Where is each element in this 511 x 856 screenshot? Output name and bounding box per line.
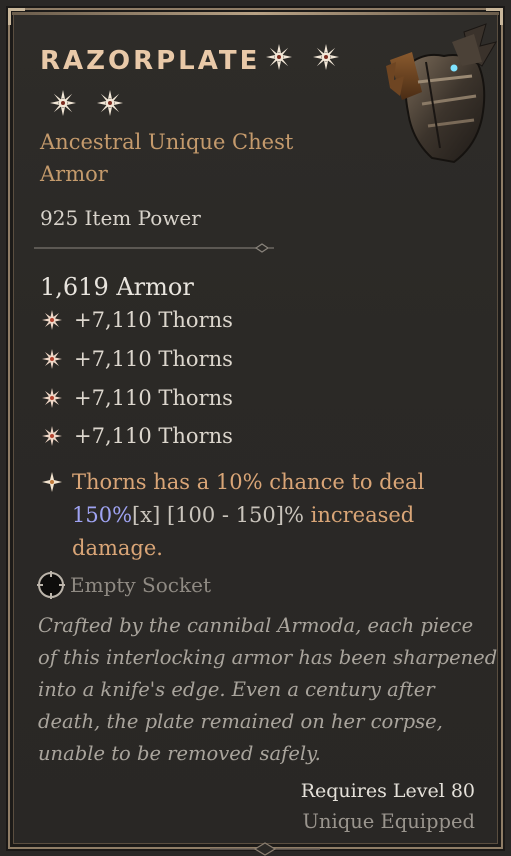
thorns-star-icon bbox=[42, 426, 62, 446]
level-requirement: Requires Level 80 bbox=[300, 780, 475, 802]
bottom-ornament bbox=[210, 842, 320, 856]
socket-label: Empty Socket bbox=[70, 573, 211, 597]
affix-text: +7,110 Thorns bbox=[74, 347, 233, 371]
rarity-star-icon bbox=[97, 90, 124, 116]
armor-stat: 1,619 Armor bbox=[40, 273, 194, 301]
item-type-line-1: Ancestral Unique Chest bbox=[40, 130, 294, 154]
affix-row: +7,110 Thorns bbox=[40, 302, 233, 338]
thorns-star-icon bbox=[42, 349, 62, 369]
corner-ornament bbox=[8, 8, 25, 25]
section-divider bbox=[34, 243, 274, 253]
affix-row: +7,110 Thorns bbox=[40, 418, 233, 454]
item-name: RAZORPLATE bbox=[40, 46, 261, 76]
affix-row: +7,110 Thorns bbox=[40, 341, 233, 377]
rarity-stars-row-1 bbox=[266, 44, 355, 74]
socket-row: Empty Socket bbox=[36, 570, 211, 600]
unique-equipped: Unique Equipped bbox=[302, 810, 475, 833]
rarity-star-icon bbox=[50, 90, 76, 116]
thorns-star-icon bbox=[42, 310, 62, 330]
rarity-star-icon bbox=[313, 44, 340, 70]
affix-text: +7,110 Thorns bbox=[74, 386, 233, 410]
unique-power-line3: damage. bbox=[72, 536, 163, 560]
chest-armor-icon bbox=[386, 23, 498, 164]
rarity-star-icon bbox=[266, 44, 292, 70]
affix-text: +7,110 Thorns bbox=[74, 308, 233, 332]
socket-icon bbox=[37, 571, 65, 599]
unique-power-prefix: Thorns has a 10% chance to deal bbox=[72, 470, 425, 494]
unique-power-suffix: increased bbox=[303, 503, 415, 527]
thorns-star-icon bbox=[42, 388, 62, 408]
rarity-stars-row-2 bbox=[50, 90, 139, 120]
item-tooltip: RAZORPLATE Ancestral Unique Chest Armor … bbox=[8, 8, 503, 856]
unique-power-value: 150% bbox=[72, 503, 133, 527]
unique-power-icon bbox=[42, 472, 62, 492]
item-power: 925 Item Power bbox=[40, 206, 201, 230]
item-type-line-2: Armor bbox=[40, 162, 108, 186]
flavor-text: Crafted by the cannibal Armoda, each pie… bbox=[38, 614, 498, 765]
unique-power: Thorns has a 10% chance to deal 150%[x] … bbox=[42, 466, 462, 565]
affix-row: +7,110 Thorns bbox=[40, 380, 233, 416]
unique-power-range: [100 - 150]% bbox=[160, 503, 304, 527]
affix-text: +7,110 Thorns bbox=[74, 424, 233, 448]
unique-power-bracket-x: [x] bbox=[132, 503, 161, 527]
